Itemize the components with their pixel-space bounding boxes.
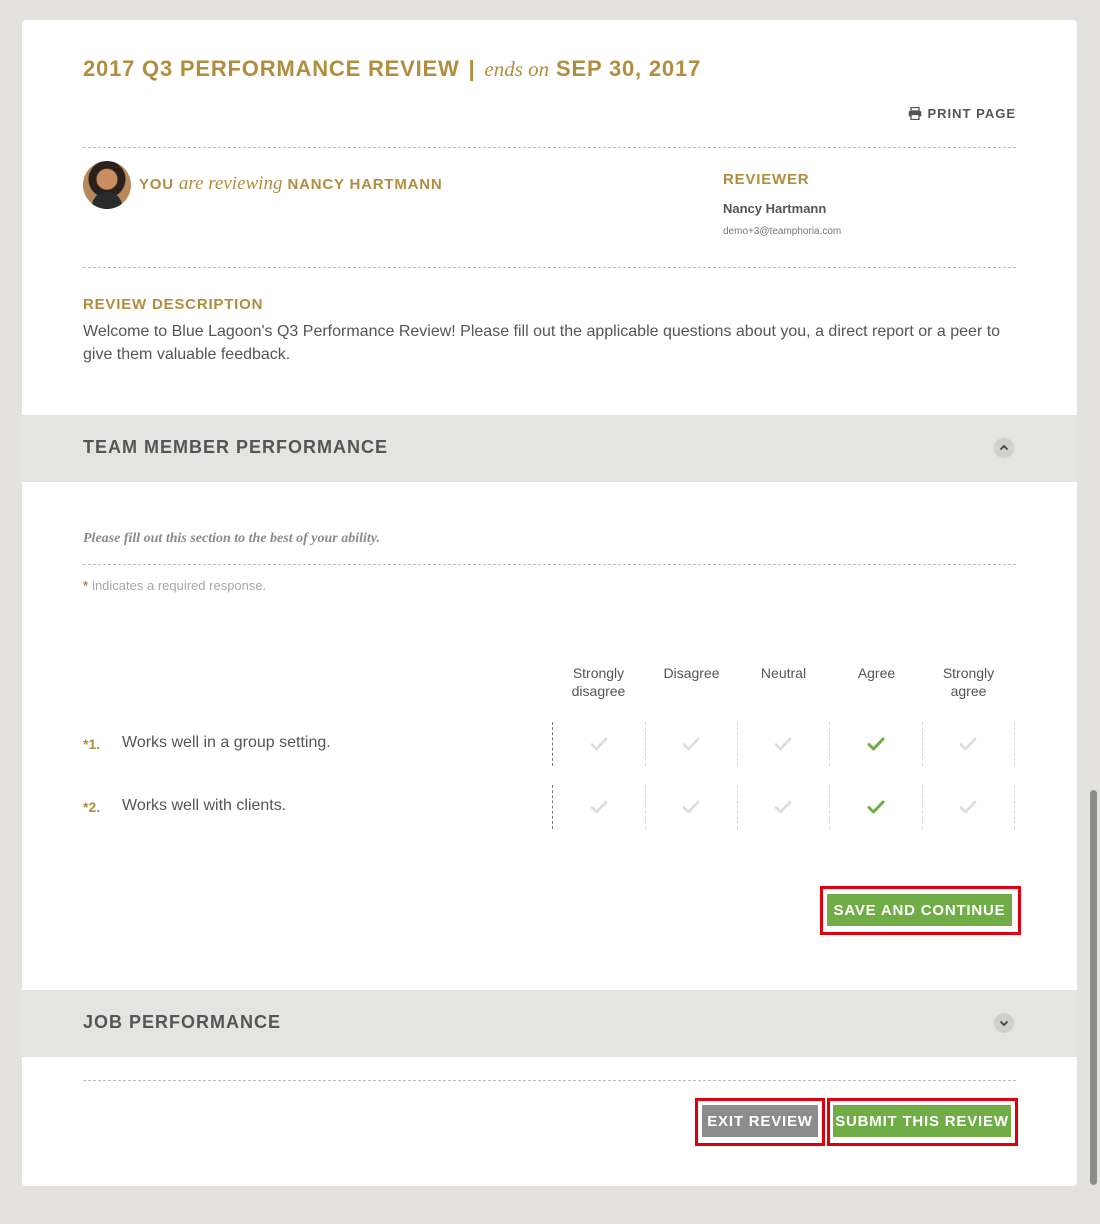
ends-on-label: ends on [484, 57, 550, 81]
checkmark-icon [867, 800, 885, 814]
question-text: Works well with clients. [122, 797, 287, 814]
are-reviewing-label: are reviewing [178, 173, 283, 194]
rating-option[interactable] [645, 722, 738, 766]
scale-heading-neutral: Neutral [737, 664, 830, 682]
print-page-label: PRINT PAGE [927, 106, 1016, 121]
checkmark-icon [682, 737, 700, 751]
reviewer-name: Nancy Hartmann [723, 201, 827, 216]
checkmark-icon [590, 737, 608, 751]
reviewee-name: NANCY HARTMANN [287, 176, 443, 193]
rating-option[interactable] [645, 785, 738, 829]
review-card: 2017 Q3 PERFORMANCE REVIEW | ends on SEP… [22, 20, 1077, 1186]
reviewer-email: demo+3@teamphoria.com [723, 226, 842, 237]
question-number: *1. [83, 736, 101, 752]
checkmark-icon [959, 737, 977, 751]
rating-option[interactable] [737, 785, 830, 829]
rating-option[interactable] [922, 722, 1015, 766]
divider [83, 267, 1016, 268]
checkmark-icon [682, 800, 700, 814]
question-text: Works well in a group setting. [122, 734, 331, 751]
question-number: *2. [83, 799, 101, 815]
scale-heading-line: Disagree [663, 665, 720, 681]
you-label: YOU [139, 176, 174, 193]
rating-option[interactable] [922, 785, 1015, 829]
section-instructions: Please fill out this section to the best… [83, 531, 380, 546]
rating-option[interactable] [830, 785, 923, 829]
rating-option[interactable] [737, 722, 830, 766]
scale-heading-strongly-agree: Strongly agree [922, 664, 1015, 700]
reviewer-label: REVIEWER [723, 171, 810, 188]
divider [83, 147, 1016, 148]
checkmark-icon [867, 737, 885, 751]
title-separator: | [468, 56, 476, 81]
required-note: * indicates a required response. [83, 578, 266, 593]
checkmark-icon [959, 800, 977, 814]
scale-heading-line: Strongly [942, 665, 995, 681]
rating-option[interactable] [552, 722, 646, 766]
expand-toggle[interactable] [994, 1013, 1014, 1033]
scale-heading-line: Agree [857, 665, 896, 681]
scale-heading-strongly-disagree: Strongly disagree [552, 664, 645, 700]
scrollbar-thumb[interactable] [1090, 790, 1097, 1185]
reviewing-heading: YOU are reviewing NANCY HARTMANN [139, 173, 443, 195]
scale-heading-disagree: Disagree [645, 664, 738, 682]
description-text: Welcome to Blue Lagoon's Q3 Performance … [83, 323, 1001, 363]
printer-icon [908, 107, 921, 120]
required-note-text: indicates a required response. [92, 578, 267, 593]
divider [83, 1080, 1016, 1081]
scale-heading-line: Neutral [760, 665, 807, 681]
chevron-up-icon [999, 444, 1009, 451]
section-header-team-member-performance[interactable]: TEAM MEMBER PERFORMANCE [22, 415, 1077, 482]
end-date: SEP 30, 2017 [556, 56, 702, 81]
required-star: * [83, 578, 89, 593]
save-and-continue-button[interactable]: SAVE AND CONTINUE [827, 894, 1012, 926]
chevron-down-icon [999, 1020, 1009, 1027]
rating-option[interactable] [830, 722, 923, 766]
scale-heading-line: agree [950, 683, 987, 699]
scale-heading-line: Strongly [572, 665, 625, 681]
divider [83, 564, 1016, 565]
section-title: JOB PERFORMANCE [83, 1012, 282, 1032]
scrollbar-track[interactable] [1086, 0, 1100, 1224]
section-title: TEAM MEMBER PERFORMANCE [83, 437, 388, 457]
exit-review-button[interactable]: EXIT REVIEW [702, 1105, 818, 1137]
checkmark-icon [774, 737, 792, 751]
submit-review-button[interactable]: SUBMIT THIS REVIEW [833, 1105, 1011, 1137]
avatar [83, 161, 131, 209]
review-title: 2017 Q3 PERFORMANCE REVIEW | ends on SEP… [83, 56, 701, 82]
scale-heading-line: disagree [571, 683, 626, 699]
scale-heading-agree: Agree [830, 664, 923, 682]
checkmark-icon [774, 800, 792, 814]
checkmark-icon [590, 800, 608, 814]
rating-option[interactable] [552, 785, 646, 829]
review-title-text: 2017 Q3 PERFORMANCE REVIEW [83, 56, 460, 81]
description-label: REVIEW DESCRIPTION [83, 296, 264, 313]
collapse-toggle[interactable] [994, 438, 1014, 458]
section-header-job-performance[interactable]: JOB PERFORMANCE [22, 990, 1077, 1057]
print-page-button[interactable]: PRINT PAGE [908, 106, 1017, 121]
